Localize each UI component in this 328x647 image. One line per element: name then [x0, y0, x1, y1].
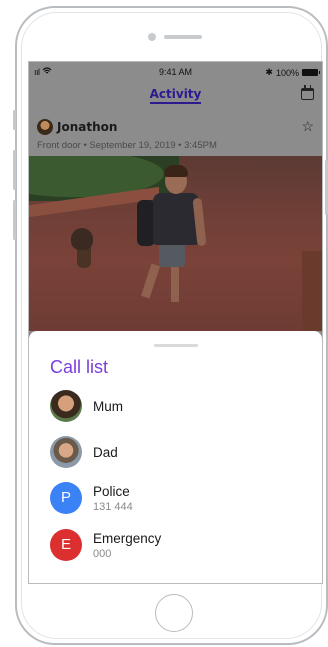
avatar: E: [50, 529, 82, 561]
photo-boy-leg: [171, 264, 179, 302]
page-title: Activity: [29, 87, 322, 104]
battery-icon: [302, 69, 320, 76]
photo-boy-shorts: [159, 243, 185, 267]
bluetooth-icon: ✱: [265, 67, 273, 77]
event-photo[interactable]: [29, 156, 322, 331]
person-avatar: [37, 119, 53, 135]
earpiece-speaker: [164, 35, 202, 39]
photo-dog-head: [71, 228, 93, 250]
mute-switch: [13, 110, 16, 130]
photo-boy-hair: [164, 165, 188, 177]
avatar: [50, 390, 82, 422]
call-list-sheet: Call list Mum Dad P Police 131 444 E Eme…: [29, 331, 322, 583]
sheet-grabber[interactable]: [154, 344, 198, 347]
contact-dad[interactable]: Dad: [29, 436, 322, 476]
person-name: Jonathon: [57, 120, 118, 134]
contact-police[interactable]: P Police 131 444: [29, 482, 322, 522]
app-screen: ııl 9:41 AM ✱ 100% Activity Jonathon Fro…: [28, 61, 323, 584]
home-button[interactable]: [155, 594, 193, 632]
contact-name: Dad: [93, 445, 118, 460]
event-header: Jonathon Front door • September 19, 2019…: [29, 116, 322, 156]
contact-mum[interactable]: Mum: [29, 390, 322, 430]
avatar: [50, 436, 82, 468]
contact-number: 000: [93, 548, 112, 560]
contact-name: Mum: [93, 399, 123, 414]
status-right: ✱ 100%: [265, 67, 320, 78]
status-bar: ııl 9:41 AM ✱ 100%: [29, 62, 322, 82]
nav-bar: Activity: [29, 82, 322, 112]
photo-boy-leg: [140, 263, 161, 299]
contact-number: 131 444: [93, 501, 133, 513]
calendar-icon[interactable]: [301, 85, 314, 100]
call-list-title: Call list: [50, 357, 109, 377]
front-camera: [148, 33, 156, 41]
avatar: P: [50, 482, 82, 514]
contact-name: Emergency: [93, 531, 162, 546]
photo-brick-wall: [302, 251, 322, 331]
volume-up-button: [13, 150, 16, 190]
battery-percent: 100%: [275, 67, 299, 78]
star-icon[interactable]: ☆: [301, 118, 314, 135]
contact-emergency[interactable]: E Emergency 000: [29, 529, 322, 569]
event-meta: Front door • September 19, 2019 • 3:45PM: [37, 140, 217, 151]
contact-name: Police: [93, 484, 130, 499]
volume-down-button: [13, 200, 16, 240]
